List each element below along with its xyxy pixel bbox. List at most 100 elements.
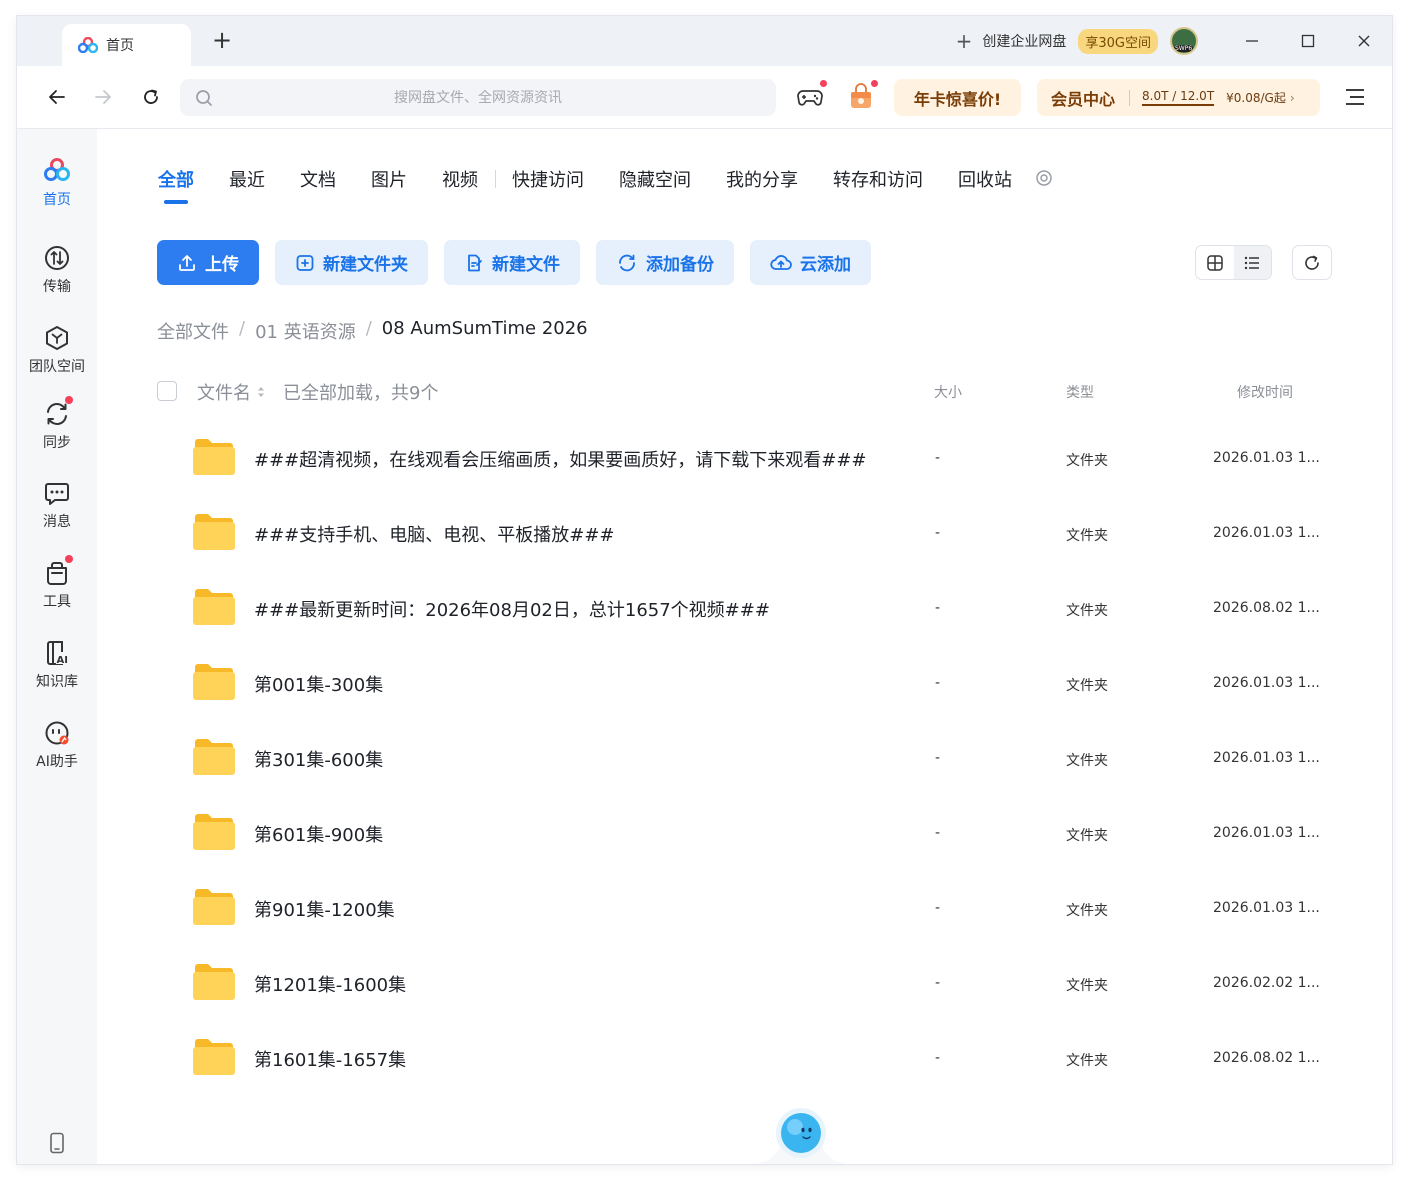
grid-view-button[interactable] xyxy=(1196,246,1234,279)
tab-transfer-and-visits[interactable]: 转存和访问 xyxy=(833,166,923,192)
table-row[interactable]: 第601集-900集 - 文件夹 2026.01.03 1... xyxy=(157,798,1337,873)
size-column-header[interactable]: 大小 xyxy=(934,382,962,402)
year-card-promo[interactable]: 年卡惊喜价! xyxy=(894,79,1021,116)
sidebar-item-knowledge-base[interactable]: AI 知识库 xyxy=(17,639,97,691)
breadcrumb-root[interactable]: 全部文件 xyxy=(157,318,229,344)
file-name[interactable]: 第001集-300集 xyxy=(254,671,383,697)
sidebar-item-transfer[interactable]: 传输 xyxy=(17,244,97,296)
breadcrumb-separator: / xyxy=(365,318,372,339)
notification-dot xyxy=(65,555,73,563)
search-input[interactable] xyxy=(180,89,776,106)
tab-quick-access[interactable]: 快捷访问 xyxy=(512,166,584,192)
add-backup-button[interactable]: 添加备份 xyxy=(596,240,734,285)
file-name[interactable]: 第1601集-1657集 xyxy=(254,1046,406,1072)
transfer-icon xyxy=(45,246,69,270)
file-name[interactable]: ###超清视频，在线观看会压缩画质，如果要画质好，请下载下来观看### xyxy=(254,446,867,472)
file-list: ###超清视频，在线观看会压缩画质，如果要画质好，请下载下来观看### - 文件夹 2… xyxy=(157,423,1337,1098)
file-size: - xyxy=(935,900,941,916)
tab-settings-icon[interactable] xyxy=(1035,169,1053,187)
file-name[interactable]: 第601集-900集 xyxy=(254,821,383,847)
game-button[interactable] xyxy=(795,79,828,112)
file-size: - xyxy=(935,750,941,766)
sidebar-item-label: 团队空间 xyxy=(29,359,85,375)
maximize-button[interactable] xyxy=(1280,16,1336,66)
file-size: - xyxy=(935,675,941,691)
close-icon xyxy=(1358,35,1370,47)
floating-assistant-button[interactable] xyxy=(751,1097,851,1164)
sidebar-item-team-space[interactable]: 团队空间 xyxy=(17,324,97,376)
sort-icon xyxy=(258,387,264,397)
file-name[interactable]: 第1201集-1600集 xyxy=(254,971,406,997)
tab-label: 首页 xyxy=(106,38,134,54)
table-row[interactable]: 第001集-300集 - 文件夹 2026.01.03 1... xyxy=(157,648,1337,723)
tab-videos[interactable]: 视频 xyxy=(442,166,478,192)
tab-recent[interactable]: 最近 xyxy=(229,166,265,192)
arrow-right-icon xyxy=(95,90,111,104)
type-column-header[interactable]: 类型 xyxy=(1066,382,1094,402)
divider xyxy=(495,170,496,188)
plus-icon: + xyxy=(955,29,973,53)
table-row[interactable]: ###支持手机、电脑、电视、平板播放### - 文件夹 2026.01.03 1... xyxy=(157,498,1337,573)
file-name[interactable]: 第301集-600集 xyxy=(254,746,383,772)
table-row[interactable]: 第1601集-1657集 - 文件夹 2026.08.02 1... xyxy=(157,1023,1337,1098)
file-name[interactable]: ###最新更新时间：2026年08月02日，总计1657个视频### xyxy=(254,596,770,622)
create-enterprise-button[interactable]: + 创建企业网盘 xyxy=(956,29,1067,53)
tab-images[interactable]: 图片 xyxy=(371,166,407,192)
file-modified-time: 2026.01.03 1... xyxy=(1213,525,1320,541)
tab-recycle-bin[interactable]: 回收站 xyxy=(958,166,1012,192)
sidebar-item-label: 首页 xyxy=(43,192,71,208)
gift-button[interactable] xyxy=(846,79,879,112)
enterprise-promo-badge[interactable]: 享30G空间 xyxy=(1078,28,1158,54)
tab-hidden-space[interactable]: 隐藏空间 xyxy=(619,166,691,192)
menu-icon xyxy=(1346,89,1364,105)
home-logo-icon xyxy=(44,158,70,181)
file-type: 文件夹 xyxy=(1066,678,1108,694)
sidebar: 首页 传输 团队空间 同步 消息 工具 AI 知识库 AI助手 xyxy=(17,129,97,1164)
table-row[interactable]: ###超清视频，在线观看会压缩画质，如果要画质好，请下载下来观看### - 文件夹 2… xyxy=(157,423,1337,498)
reload-button[interactable] xyxy=(138,84,164,110)
main-menu-button[interactable] xyxy=(1343,86,1367,108)
forward-button[interactable] xyxy=(90,84,116,110)
search-box[interactable] xyxy=(180,79,776,116)
tab-documents[interactable]: 文档 xyxy=(300,166,336,192)
avatar[interactable] xyxy=(1170,27,1198,55)
vip-center[interactable]: 会员中心 8.0T / 12.0T ¥0.08/G起 › xyxy=(1037,79,1320,116)
minimize-icon xyxy=(1246,40,1258,42)
sort-by-name[interactable]: 文件名 xyxy=(197,379,265,405)
table-row[interactable]: ###最新更新时间：2026年08月02日，总计1657个视频### - 文件夹 20… xyxy=(157,573,1337,648)
refresh-button[interactable] xyxy=(1292,245,1332,280)
sidebar-item-sync[interactable]: 同步 xyxy=(17,396,97,452)
new-tab-button[interactable]: + xyxy=(209,28,235,54)
file-type: 文件夹 xyxy=(1066,603,1108,619)
table-row[interactable]: 第301集-600集 - 文件夹 2026.01.03 1... xyxy=(157,723,1337,798)
list-view-button[interactable] xyxy=(1233,246,1271,279)
back-button[interactable] xyxy=(44,84,70,110)
breadcrumb-level1[interactable]: 01 英语资源 xyxy=(255,318,356,344)
tab-home[interactable]: 首页 xyxy=(62,24,191,66)
select-all-checkbox[interactable] xyxy=(157,381,177,401)
breadcrumb-separator: / xyxy=(239,318,246,339)
notification-dot xyxy=(870,79,879,88)
cloud-add-button[interactable]: 云添加 xyxy=(750,240,871,285)
sidebar-item-home[interactable]: 首页 xyxy=(17,157,97,209)
file-name[interactable]: 第901集-1200集 xyxy=(254,896,395,922)
file-size: - xyxy=(935,525,941,541)
file-name[interactable]: ###支持手机、电脑、电视、平板播放### xyxy=(254,521,615,547)
minimize-button[interactable] xyxy=(1224,16,1280,66)
tab-my-shares[interactable]: 我的分享 xyxy=(726,166,798,192)
tab-all[interactable]: 全部 xyxy=(158,166,194,192)
table-row[interactable]: 第1201集-1600集 - 文件夹 2026.02.02 1... xyxy=(157,948,1337,1023)
modified-column-header[interactable]: 修改时间 xyxy=(1237,382,1293,402)
upload-button[interactable]: 上传 xyxy=(157,240,259,285)
sidebar-item-ai-assistant[interactable]: AI助手 xyxy=(17,719,97,771)
list-header: 文件名 已全部加载，共9个 大小 类型 修改时间 xyxy=(157,379,1337,405)
close-button[interactable] xyxy=(1336,16,1392,66)
table-row[interactable]: 第901集-1200集 - 文件夹 2026.01.03 1... xyxy=(157,873,1337,948)
new-folder-button[interactable]: 新建文件夹 xyxy=(275,240,428,285)
file-size: - xyxy=(935,1050,941,1066)
new-file-button[interactable]: 新建文件 xyxy=(444,240,580,285)
sidebar-item-messages[interactable]: 消息 xyxy=(17,479,97,531)
main-content: 全部 最近 文档 图片 视频 快捷访问 隐藏空间 我的分享 转存和访问 回收站 … xyxy=(97,129,1392,1164)
mobile-device-button[interactable] xyxy=(49,1132,65,1158)
sidebar-item-tools[interactable]: 工具 xyxy=(17,555,97,611)
